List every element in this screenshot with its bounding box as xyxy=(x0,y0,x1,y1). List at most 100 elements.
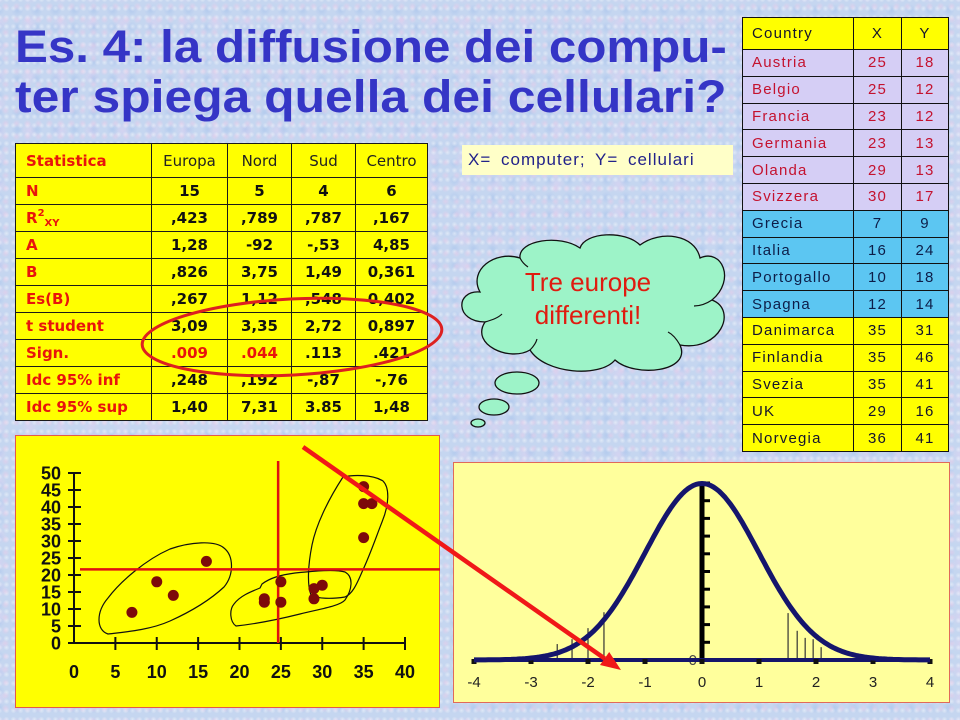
country-name: Spagna xyxy=(742,290,854,318)
country-y: 31 xyxy=(901,316,949,345)
stats-row-idc-sup: Idc 95% sup 1,40 7,31 3.85 1,48 xyxy=(15,393,428,421)
country-x: 12 xyxy=(853,290,902,318)
stats-cell: 1,12 xyxy=(227,285,292,313)
stats-cell: -92 xyxy=(227,231,292,259)
stats-header-europa: Europa xyxy=(151,143,228,178)
stats-row-label: R2XY xyxy=(15,204,152,232)
country-row: Austria 25 18 xyxy=(742,49,949,77)
country-name: Olanda xyxy=(742,156,854,184)
country-name: Austria xyxy=(742,49,854,77)
country-y: 46 xyxy=(901,343,949,372)
country-y: 9 xyxy=(901,209,949,238)
country-x: 36 xyxy=(853,424,902,452)
stats-cell: 0,361 xyxy=(355,258,428,286)
country-row: Svizzera 30 17 xyxy=(742,182,949,211)
r2-base: R xyxy=(26,209,38,227)
stats-cell: ,787 xyxy=(291,204,356,232)
cloud-inner-arc xyxy=(667,331,681,346)
stats-cell: 4 xyxy=(291,177,356,205)
country-x: 29 xyxy=(853,156,902,184)
callout-text-line-1: Tre europe xyxy=(525,267,651,297)
country-y: 14 xyxy=(901,290,949,318)
stats-cell: ,267 xyxy=(151,285,228,313)
stats-row-label: Idc 95% sup xyxy=(15,393,152,421)
header-country: Country xyxy=(742,17,854,50)
country-x: 35 xyxy=(853,316,902,345)
country-y: 17 xyxy=(901,182,949,211)
stats-cell: ,423 xyxy=(151,204,228,232)
stats-row-r2: R2XY ,423 ,789 ,787 ,167 xyxy=(15,204,428,232)
country-row: Danimarca 35 31 xyxy=(742,316,949,345)
stats-header-sud: Sud xyxy=(291,143,356,178)
stats-cell: ,826 xyxy=(151,258,228,286)
stats-cell: ,789 xyxy=(227,204,292,232)
country-name: Svezia xyxy=(742,370,854,399)
thought-bubble-small xyxy=(470,418,486,428)
significance-cell: .044 xyxy=(227,339,292,367)
stats-cell: 1,40 xyxy=(151,393,228,421)
country-y: 41 xyxy=(901,424,949,452)
country-name: Danimarca xyxy=(742,316,854,345)
stats-row-label: Sign. xyxy=(15,339,152,367)
stats-cell: -,76 xyxy=(355,366,428,394)
stats-cell: ,192 xyxy=(227,366,292,394)
stats-cell: 3,09 xyxy=(151,312,228,340)
stats-cell: ,167 xyxy=(355,204,428,232)
callout-text-line-2: differenti! xyxy=(535,300,641,330)
normal-distribution-panel xyxy=(453,462,950,703)
stats-cell: 3.85 xyxy=(291,393,356,421)
stats-cell: 15 xyxy=(151,177,228,205)
country-row: Finlandia 35 46 xyxy=(742,343,949,372)
stats-row-esb: Es(B) ,267 1,12 ,548 0,402 xyxy=(15,285,428,313)
stats-row-n: N 15 5 4 6 xyxy=(15,177,428,205)
country-header-row: Country X Y xyxy=(742,17,949,50)
country-name: Germania xyxy=(742,129,854,158)
country-row: Spagna 12 14 xyxy=(742,290,949,318)
stats-cell: 1,49 xyxy=(291,258,356,286)
country-row: Germania 23 13 xyxy=(742,129,949,158)
stats-cell: 2,72 xyxy=(291,312,356,340)
slide-title-line-2: ter spiega quella dei cellulari? xyxy=(15,71,727,122)
country-y: 12 xyxy=(901,75,949,104)
cloud-inner-arc xyxy=(529,338,538,351)
stats-row-idc-inf: Idc 95% inf ,248 ,192 -,87 -,76 xyxy=(15,366,428,394)
stats-row-label: N xyxy=(15,177,152,205)
significance-cell: .009 xyxy=(151,339,228,367)
country-row: Svezia 35 41 xyxy=(742,370,949,399)
country-name: Francia xyxy=(742,102,854,131)
country-x: 10 xyxy=(853,263,902,292)
country-row: Olanda 29 13 xyxy=(742,156,949,184)
country-x: 30 xyxy=(853,182,902,211)
country-y: 16 xyxy=(901,397,949,426)
country-name: Svizzera xyxy=(742,182,854,211)
country-row: Portogallo 10 18 xyxy=(742,263,949,292)
country-name: Italia xyxy=(742,236,854,265)
country-y: 18 xyxy=(901,263,949,292)
country-row: UK 29 16 xyxy=(742,397,949,426)
stats-row-a: A 1,28 -92 -,53 4,85 xyxy=(15,231,428,259)
stats-row-label: t student xyxy=(15,312,152,340)
stats-cell: -,53 xyxy=(291,231,356,259)
stats-cell: -,87 xyxy=(291,366,356,394)
stats-header-centro: Centro xyxy=(355,143,428,178)
cloud-shape xyxy=(461,234,726,372)
country-name: UK xyxy=(742,397,854,426)
country-y: 12 xyxy=(901,102,949,131)
country-data-table: Country X Y Austria 25 18 Belgio 25 12 Franc… xyxy=(742,17,949,452)
scatter-chart-panel xyxy=(15,435,440,708)
stats-row-label: Es(B) xyxy=(15,285,152,313)
stats-header-nord: Nord xyxy=(227,143,292,178)
country-name: Grecia xyxy=(742,209,854,238)
stats-cell: 6 xyxy=(355,177,428,205)
country-y: 18 xyxy=(901,49,949,77)
stats-row-sign: Sign. .009 .044 .113 .421 xyxy=(15,339,428,367)
country-row: Belgio 25 12 xyxy=(742,75,949,104)
cloud-inner-arc xyxy=(693,299,713,307)
country-x: 35 xyxy=(853,370,902,399)
country-x: 23 xyxy=(853,102,902,131)
r2-subscript: XY xyxy=(44,218,60,229)
country-y: 13 xyxy=(901,129,949,158)
header-y: Y xyxy=(901,17,949,50)
stats-cell: 7,31 xyxy=(227,393,292,421)
stats-row-b: B ,826 3,75 1,49 0,361 xyxy=(15,258,428,286)
